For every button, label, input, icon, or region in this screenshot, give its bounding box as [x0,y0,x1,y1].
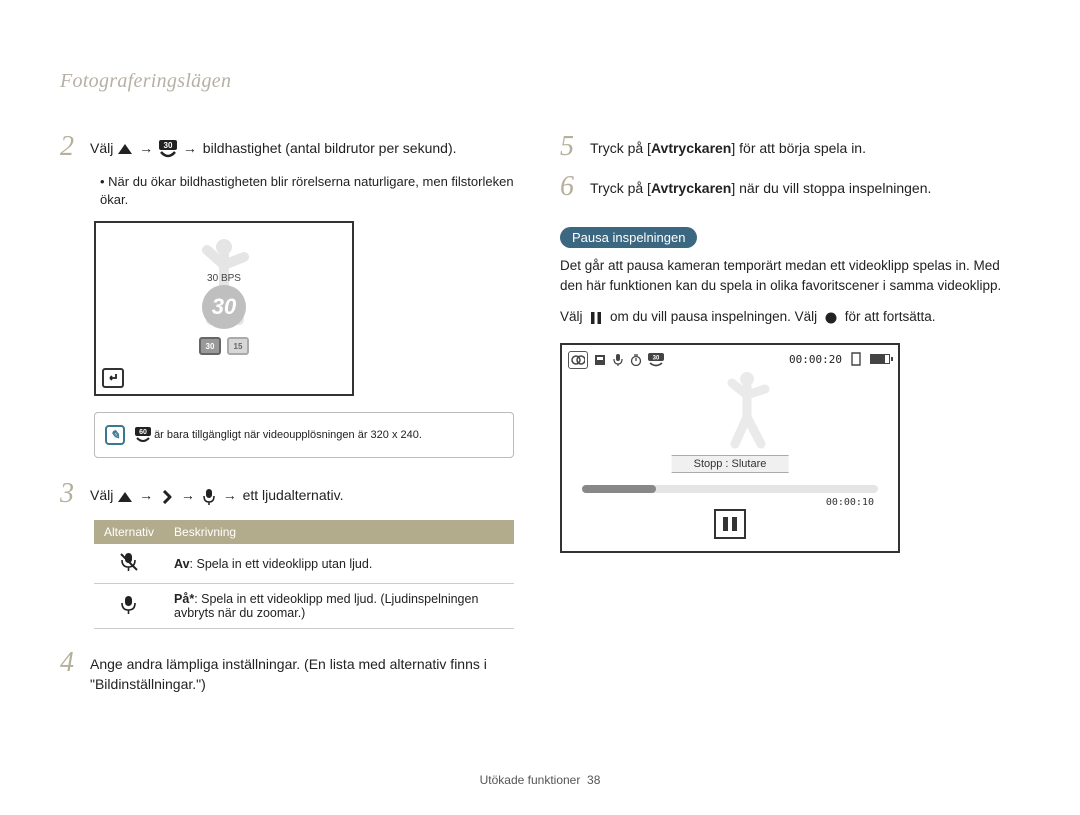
text: om du vill pausa inspelningen. Välj [610,309,821,324]
table-row: Av: Spela in ett videoklipp utan ljud. [94,544,514,584]
note-content: 60 är bara tillgängligt när videoupplösn… [135,427,422,443]
svg-text:30: 30 [653,355,660,361]
note-badge-icon: ✎ [105,425,125,445]
arrow-icon: → [223,487,237,503]
arrow-icon: → [139,140,153,156]
top-left-indicators: 30 [568,351,664,369]
rate-15-icon: 15 [227,337,249,355]
step-number: 4 [60,649,82,694]
text: ett ljudalternativ. [243,487,344,503]
page-number: 38 [587,773,600,787]
option-name: Av [174,557,190,571]
mic-off-icon [94,544,164,584]
mic-indicator-icon [612,354,624,366]
triangle-up-icon [117,489,133,505]
step-body: Tryck på [Avtryckaren] när du vill stopp… [590,173,1020,201]
framerate-60-icon: 60 [135,427,151,443]
pause-recording-heading: Pausa inspelningen [560,227,697,248]
top-right-indicators: 00:00:20 [789,353,890,366]
arrow-icon: → [183,140,197,156]
pause-button [714,509,746,539]
pause-description: Det går att pausa kameran temporärt meda… [560,256,1020,295]
step-number: 2 [60,133,82,161]
text: Välj [560,309,586,324]
svg-text:30: 30 [164,141,173,150]
svg-text:60: 60 [139,429,147,436]
step-body: Välj → → → ett ljudalternativ. [90,480,520,508]
bps-label: 30 BPS [207,273,241,284]
step-number: 5 [560,133,582,161]
step-6: 6 Tryck på [Avtryckaren] när du vill sto… [560,173,1020,201]
table-header-alternativ: Alternativ [94,520,164,544]
note-box: ✎ 60 är bara tillgängligt när videoupplö… [94,412,514,458]
audio-options-table: Alternativ Beskrivning Av: Spela in ett … [94,520,514,629]
mode-indicator-icon [568,351,588,369]
step-4: 4 Ange andra lämpliga inställningar. (En… [60,649,520,694]
microphone-icon [201,489,217,505]
mic-on-icon [94,584,164,629]
content-columns: 2 Välj → 30 → bildhastighet (antal bildr… [60,133,1020,707]
left-column: 2 Välj → 30 → bildhastighet (antal bildr… [60,133,520,707]
text: ] när du vill stoppa inspelningen. [731,180,931,196]
option-desc: : Spela in ett videoklipp utan ljud. [190,557,373,571]
text: Välj [90,487,117,503]
step-body: Ange andra lämpliga inställningar. (En l… [90,649,520,694]
text: bildhastighet (antal bildrutor per sekun… [203,140,457,156]
footer-label: Utökade funktioner [480,773,581,787]
step-2: 2 Välj → 30 → bildhastighet (antal bildr… [60,133,520,161]
battery-icon [870,354,890,364]
note-text: är bara tillgängligt när videoupplösning… [154,429,422,441]
table-cell: Av: Spela in ett videoklipp utan ljud. [164,544,514,584]
section-title: Fotograferingslägen [60,70,1020,93]
table-header-beskrivning: Beskrivning [164,520,514,544]
elapsed-time: 00:00:10 [826,497,874,508]
recording-timer: 00:00:20 [789,353,842,366]
sd-card-icon [850,353,862,365]
arrow-icon: → [139,487,153,503]
stop-shutter-label: Stopp : Slutare [672,455,789,473]
option-desc: : Spela in ett videoklipp med ljud. (Lju… [174,592,478,620]
rate-30-icon: 30 [199,337,221,355]
text: ] för att börja spela in. [731,140,866,156]
recording-screenshot: 30 00:00:20 Stopp : Slutare 00:00:10 [560,343,900,553]
progress-bar [582,485,878,493]
framerate-30-icon: 30 [159,140,177,158]
pause-icon [588,310,604,326]
record-icon [823,310,839,326]
step-2-note: När du ökar bildhastigheten blir rörelse… [100,173,520,209]
dancer-silhouette-icon [717,369,777,449]
arrow-icon: → [181,487,195,503]
back-button [102,368,124,388]
step-5: 5 Tryck på [Avtryckaren] för att börja s… [560,133,1020,161]
chevron-right-icon [159,489,175,505]
option-name: På* [174,592,194,606]
text: Tryck på [ [590,180,651,196]
text: Välj [90,140,117,156]
triangle-up-icon [117,141,133,157]
bps-value-circle: 30 [202,285,246,329]
step-number: 6 [560,173,582,201]
storage-icon [594,354,606,366]
page-footer: Utökade funktioner 38 [0,773,1080,787]
framerate-indicator-icon: 30 [648,354,664,366]
step-body: Välj → 30 → bildhastighet (antal bildrut… [90,133,520,161]
text: för att fortsätta. [845,309,936,324]
table-cell: På*: Spela in ett videoklipp med ljud. (… [164,584,514,629]
key-label: Avtryckaren [651,180,731,196]
table-row: På*: Spela in ett videoklipp med ljud. (… [94,584,514,629]
step-number: 3 [60,480,82,508]
framerate-screenshot: 30 BPS 30 30 15 [94,221,354,396]
step-body: Tryck på [Avtryckaren] för att börja spe… [590,133,1020,161]
right-column: 5 Tryck på [Avtryckaren] för att börja s… [560,133,1020,707]
pause-instruction: Välj om du vill pausa inspelningen. Välj… [560,307,1020,327]
rate-options: 30 15 [199,337,249,355]
key-label: Avtryckaren [651,140,731,156]
step-3: 3 Välj → → → ett ljudalternativ. [60,480,520,508]
text: Tryck på [ [590,140,651,156]
timer-indicator-icon [630,354,642,366]
